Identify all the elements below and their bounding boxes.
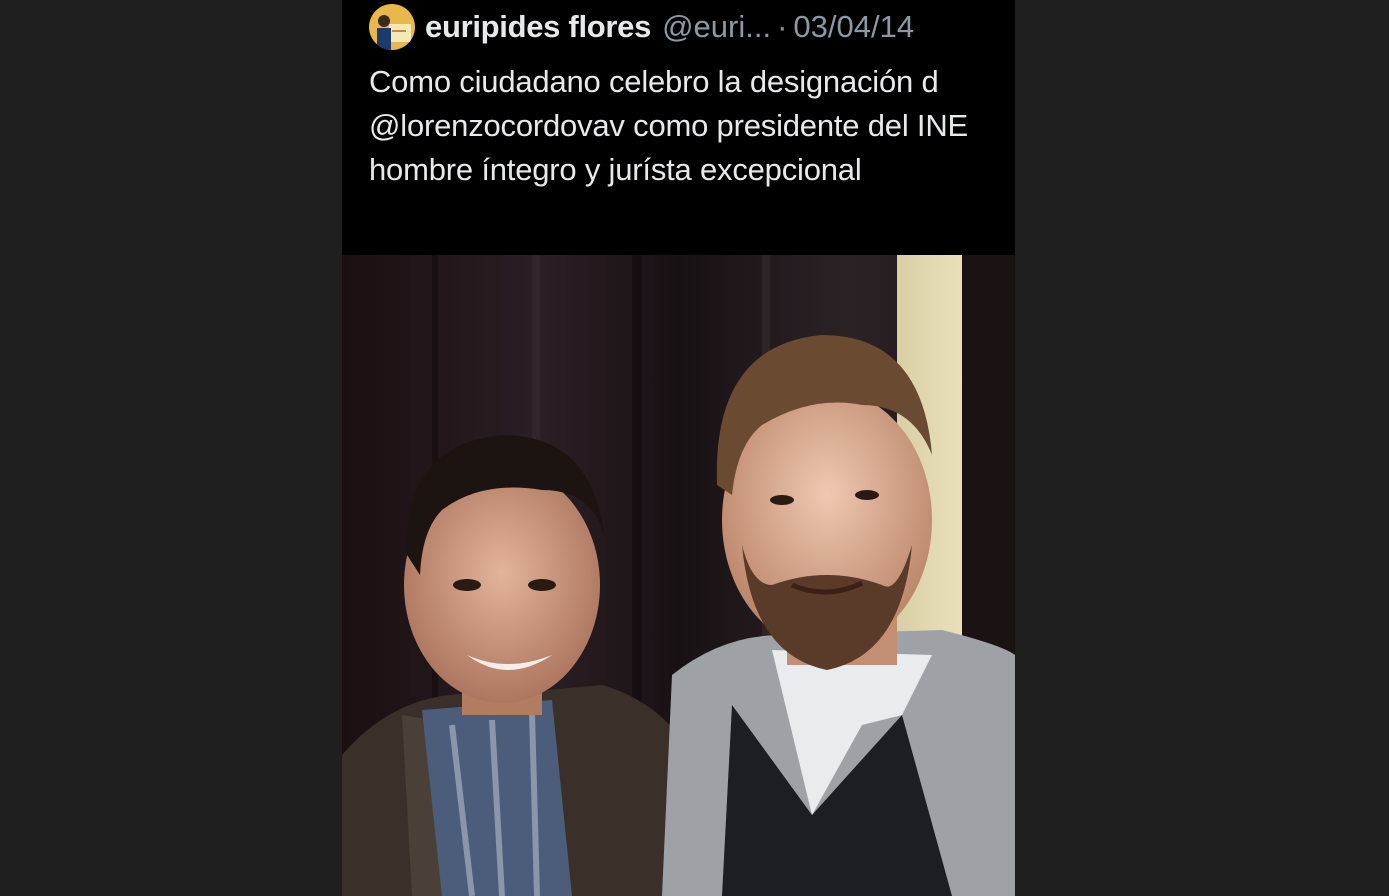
separator-dot: · [777, 9, 788, 44]
author-name[interactable]: euripides flores [425, 9, 651, 45]
tweet-date[interactable]: 03/04/14 [793, 9, 914, 45]
tweet-card[interactable]: euripides flores @euri... · 03/04/14 Com… [342, 0, 1015, 896]
tweet-text: Como ciudadano celebro la designación d … [369, 64, 968, 187]
tweet-header: euripides flores @euri... · 03/04/14 [369, 4, 914, 50]
tweet-photo[interactable] [342, 255, 1015, 896]
author-handle[interactable]: @euri... [662, 9, 771, 45]
author-avatar[interactable] [369, 4, 415, 50]
